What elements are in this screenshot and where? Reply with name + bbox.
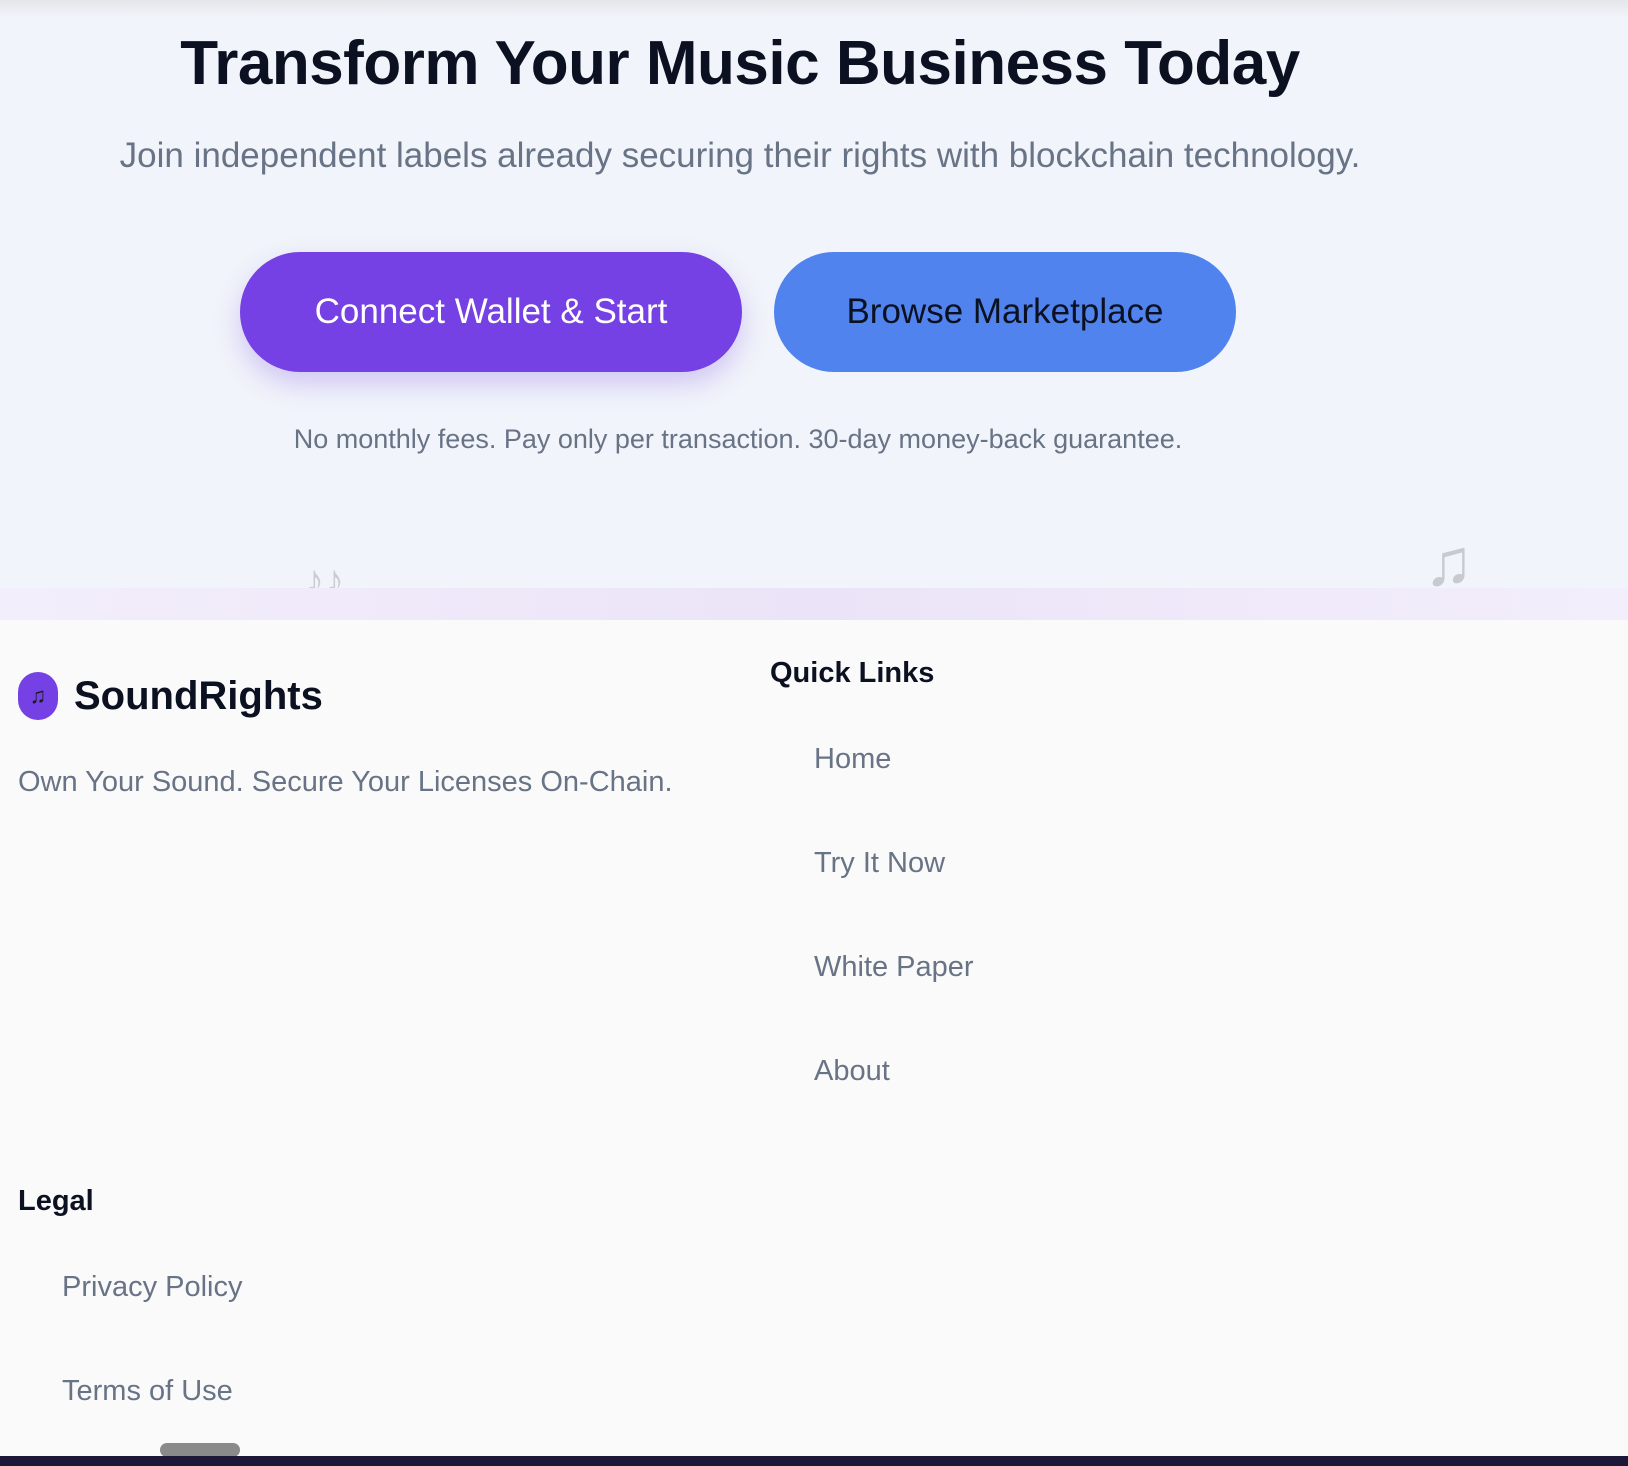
scrollbar-handle[interactable] xyxy=(160,1443,240,1457)
section-divider xyxy=(0,588,1628,620)
cta-section: Transform Your Music Business Today Join… xyxy=(0,0,1628,620)
legal-heading: Legal xyxy=(18,1185,94,1217)
bottom-bar xyxy=(0,1456,1628,1466)
connect-wallet-button[interactable]: Connect Wallet & Start xyxy=(240,252,742,372)
footer-link-terms-of-use[interactable]: Terms of Use xyxy=(62,1375,233,1408)
footer-link-about[interactable]: About xyxy=(814,1055,890,1088)
brand-tagline: Own Your Sound. Secure Your Licenses On-… xyxy=(18,766,673,798)
quick-links-heading: Quick Links xyxy=(770,657,935,689)
cta-subtitle: Join independent labels already securing… xyxy=(119,136,1361,175)
browse-marketplace-button[interactable]: Browse Marketplace xyxy=(774,252,1236,372)
pricing-note: No monthly fees. Pay only per transactio… xyxy=(293,424,1183,454)
brand-name: SoundRights xyxy=(74,673,323,718)
brand-logo-link[interactable]: ♫ SoundRights xyxy=(18,672,323,720)
music-logo-icon: ♫ xyxy=(18,672,58,720)
top-shadow xyxy=(0,0,1628,18)
footer-link-try-it-now[interactable]: Try It Now xyxy=(814,847,945,880)
footer-link-white-paper[interactable]: White Paper xyxy=(814,951,974,984)
cta-title: Transform Your Music Business Today xyxy=(180,29,1300,98)
footer-link-home[interactable]: Home xyxy=(814,743,891,776)
footer-link-privacy-policy[interactable]: Privacy Policy xyxy=(62,1271,243,1304)
